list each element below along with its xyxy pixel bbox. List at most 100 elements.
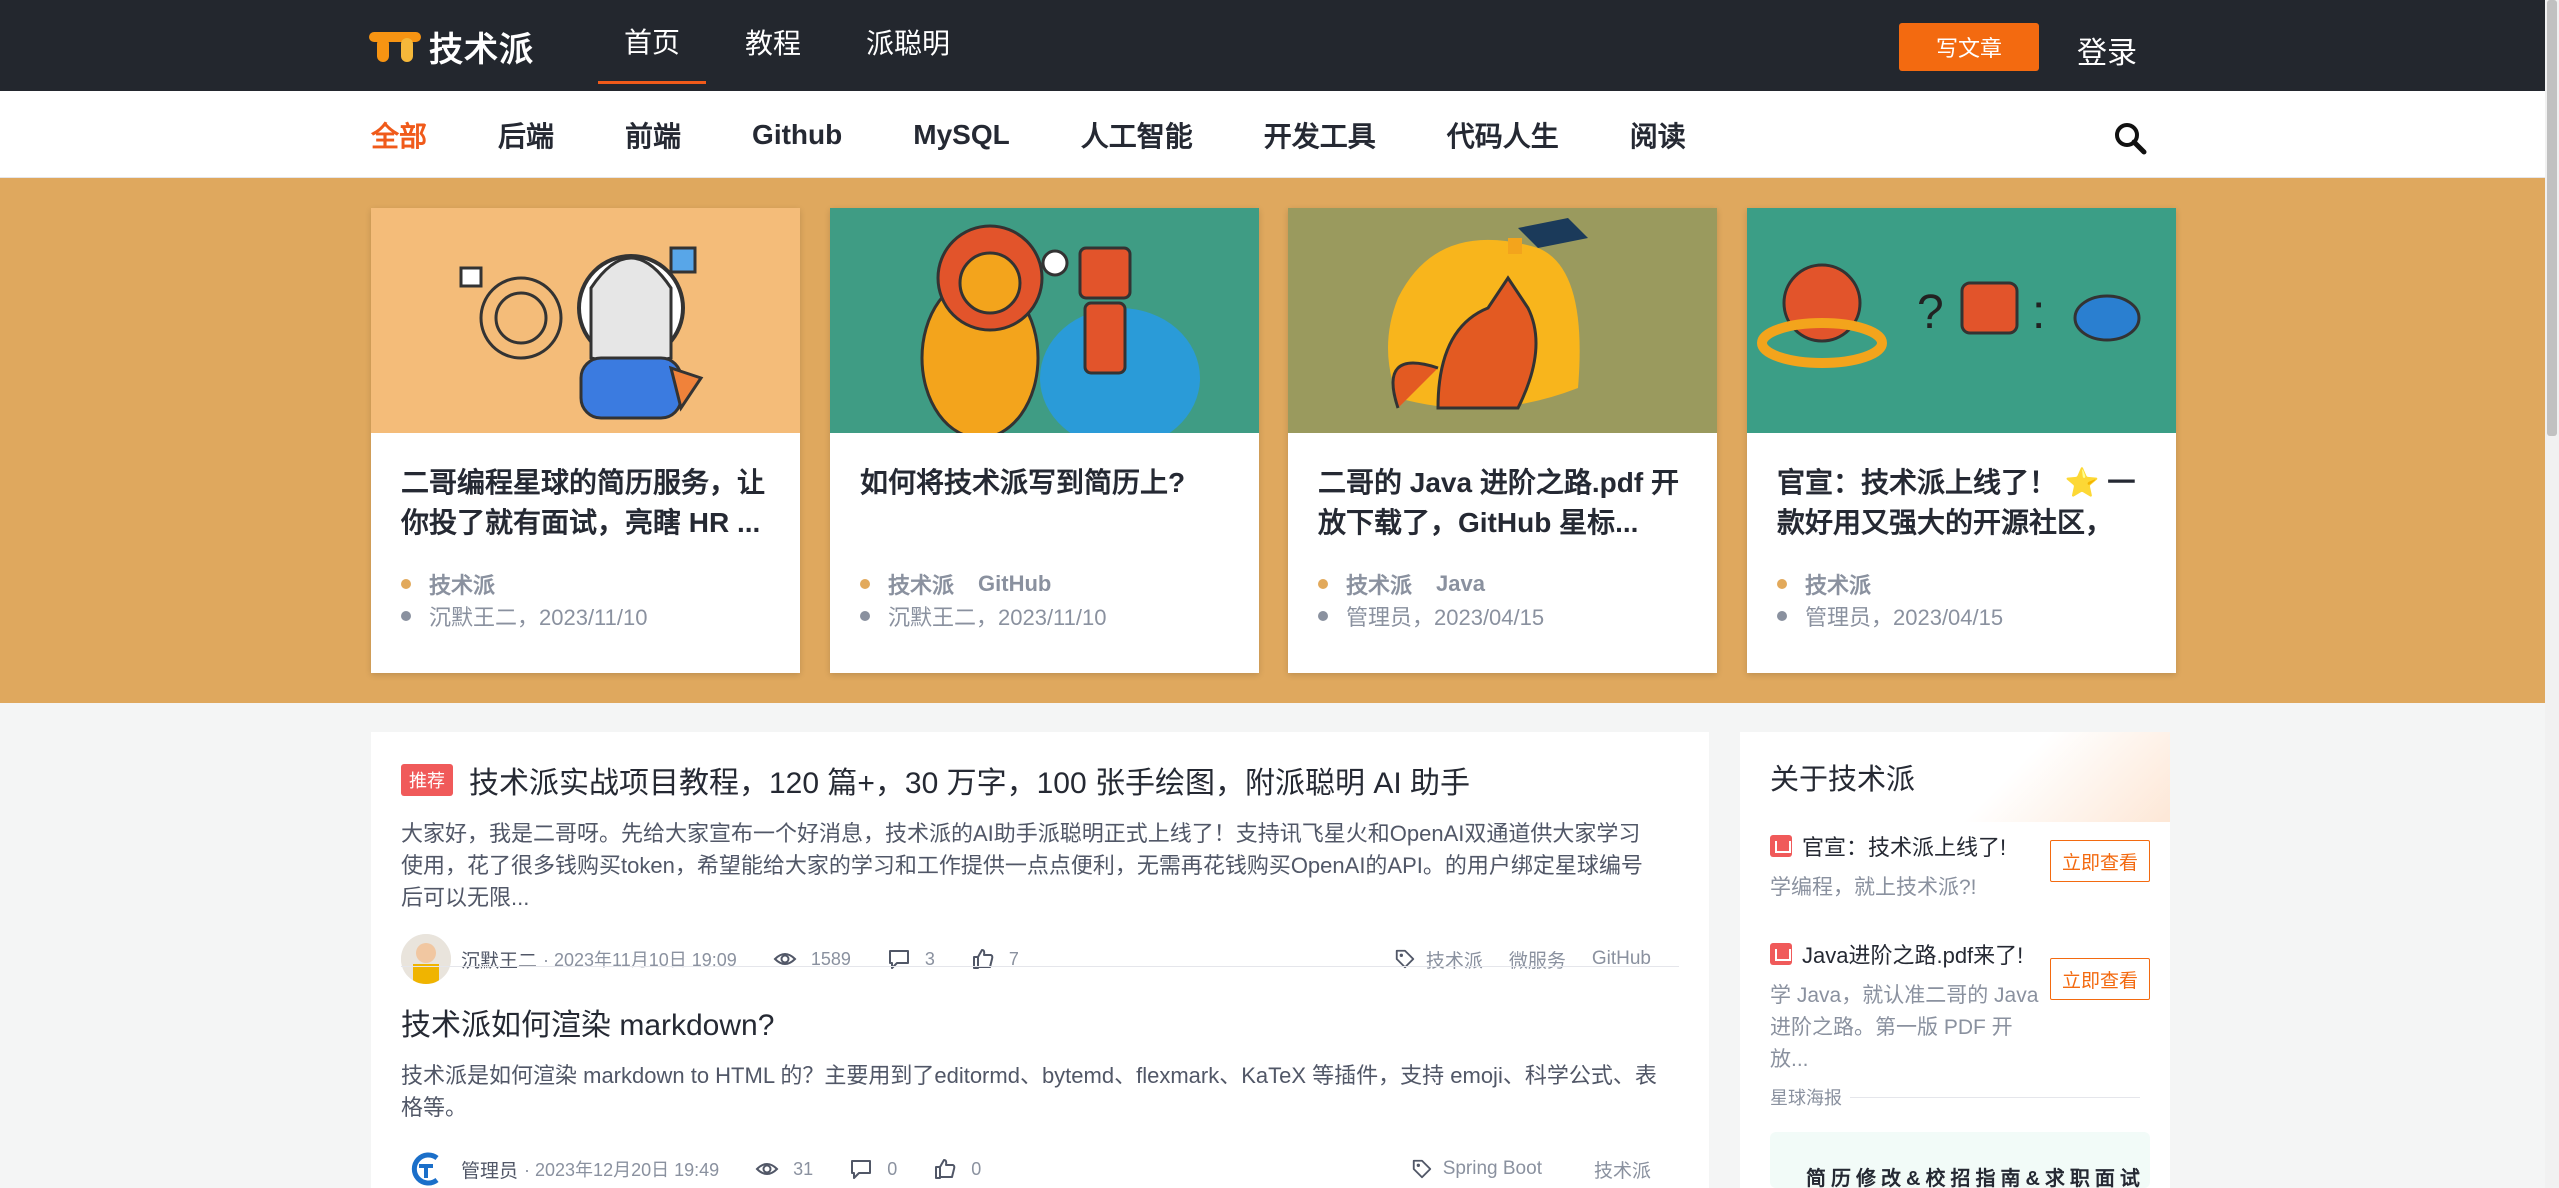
recommend-badge: 推荐 — [401, 764, 453, 796]
card-tag[interactable]: 技术派 — [1805, 568, 1871, 600]
card-title[interactable]: 二哥编程星球的简历服务，让你投了就有面试，亮瞎 HR ... — [401, 463, 781, 543]
poster-text: 简历修改&校招指南&求职面试 — [1806, 1168, 2145, 1188]
svg-text:?: ? — [1917, 286, 1944, 339]
eye-icon — [755, 1163, 779, 1175]
card-image — [371, 208, 800, 433]
card-tag[interactable]: 技术派 — [888, 568, 954, 600]
view-now-button[interactable]: 立即查看 — [2050, 840, 2150, 882]
article-tag[interactable]: 微服务 — [1509, 946, 1566, 973]
category-backend[interactable]: 后端 — [498, 115, 554, 155]
article-item[interactable]: 技术派如何渲染 markdown? 技术派是如何渲染 markdown to H… — [401, 1000, 1681, 1188]
tag-dot-icon — [1318, 579, 1328, 589]
card-title[interactable]: 官宣：技术派上线了！ ⭐ 一款好用又强大的开源社区，学... — [1777, 463, 2157, 543]
divider — [1850, 1097, 2140, 1098]
scrollbar-thumb[interactable] — [2547, 0, 2557, 436]
category-ai[interactable]: 人工智能 — [1081, 115, 1193, 155]
article-title[interactable]: 技术派实战项目教程，120 篇+，30 万字，100 张手绘图，附派聪明 AI … — [469, 758, 1470, 802]
poster-banner[interactable]: 简历修改&校招指南&求职面试 — [1770, 1132, 2150, 1188]
article-item[interactable]: 推荐 技术派实战项目教程，120 篇+，30 万字，100 张手绘图，附派聪明 A… — [401, 758, 1681, 984]
sidebar-title: 关于技术派 — [1770, 764, 1916, 796]
site-logo[interactable]: 技术派 — [369, 27, 534, 69]
category-bar: 全部 后端 前端 Github MySQL 人工智能 开发工具 代码人生 阅读 — [0, 91, 2545, 178]
card-author-date: 沉默王二，2023/11/10 — [429, 605, 648, 630]
card-title[interactable]: 如何将技术派写到简历上? — [860, 463, 1240, 543]
category-devtools[interactable]: 开发工具 — [1264, 115, 1376, 155]
category-reading[interactable]: 阅读 — [1630, 115, 1686, 155]
sidebar-item: Java进阶之路.pdf来了! 学 Java，就认准二哥的 Java 进阶之路。… — [1770, 938, 2150, 1076]
view-count: 31 — [793, 1158, 814, 1179]
sidebar-item-desc: 学编程，就上技术派?! — [1770, 876, 1977, 899]
svg-text::: : — [2032, 286, 2045, 339]
search-icon[interactable] — [2113, 121, 2147, 155]
category-github[interactable]: Github — [752, 119, 842, 151]
like-count: 0 — [971, 1158, 982, 1179]
divider — [401, 966, 1679, 967]
sidebar-item-desc: 学 Java，就认准二哥的 Java 进阶之路。第一版 PDF 开放... — [1770, 984, 2039, 1071]
category-mysql[interactable]: MySQL — [913, 119, 1009, 151]
card-author-date: 沉默王二，2023/11/10 — [888, 605, 1107, 630]
category-all[interactable]: 全部 — [371, 115, 427, 155]
sidebar-item: 官宣：技术派上线了! 学编程，就上技术派?! 立即查看 — [1770, 830, 2150, 904]
featured-card[interactable]: 如何将技术派写到简历上? 技术派 GitHub 沉默王二，2023/11/10 — [830, 208, 1259, 673]
write-article-button[interactable]: 写文章 — [1899, 23, 2039, 71]
tag-dot-icon — [1777, 579, 1787, 589]
eye-icon — [773, 953, 797, 965]
card-tag[interactable]: 技术派 — [429, 568, 495, 600]
article-title[interactable]: 技术派如何渲染 markdown? — [401, 1000, 774, 1044]
logo-icon — [369, 28, 421, 64]
author-avatar[interactable] — [401, 1144, 451, 1188]
article-tag[interactable]: Spring Boot — [1443, 1158, 1542, 1180]
thumbs-up-icon[interactable] — [971, 947, 995, 971]
tag-dot-icon — [401, 579, 411, 589]
card-tag[interactable]: GitHub — [978, 571, 1051, 597]
poster-label: 星球海报 — [1770, 1088, 1842, 1108]
featured-card[interactable]: 二哥的 Java 进阶之路.pdf 开放下载了，GitHub 星标... 技术派… — [1288, 208, 1717, 673]
sidebar-item-title[interactable]: 官宣：技术派上线了! — [1802, 830, 2006, 862]
nav-tutorial[interactable]: 教程 — [719, 0, 827, 84]
tag-icon — [1412, 1159, 1431, 1179]
author-name[interactable]: 沉默王二 — [461, 946, 537, 973]
article-date: · 2023年12月20日 19:49 — [524, 1160, 720, 1180]
author-name[interactable]: 管理员 — [461, 1156, 518, 1183]
article-tag[interactable]: 技术派 — [1426, 946, 1483, 973]
view-now-button[interactable]: 立即查看 — [2050, 958, 2150, 1000]
card-author-date: 管理员，2023/04/15 — [1346, 605, 1545, 630]
author-dot-icon — [860, 611, 870, 621]
announcement-icon — [1770, 943, 1792, 965]
sidebar-item-title[interactable]: Java进阶之路.pdf来了! — [1802, 938, 2023, 970]
featured-card[interactable]: 二哥编程星球的简历服务，让你投了就有面试，亮瞎 HR ... 技术派 沉默王二，… — [371, 208, 800, 673]
author-dot-icon — [1318, 611, 1328, 621]
nav-paicongming[interactable]: 派聪明 — [840, 0, 976, 84]
article-summary: 技术派是如何渲染 markdown to HTML 的？主要用到了editorm… — [401, 1063, 1657, 1120]
author-dot-icon — [1777, 611, 1787, 621]
comment-icon[interactable] — [849, 1157, 873, 1181]
category-code-life[interactable]: 代码人生 — [1447, 115, 1559, 155]
about-sidebar: 关于技术派 官宣：技术派上线了! 学编程，就上技术派?! 立即查看 Java进阶… — [1740, 732, 2170, 1188]
category-frontend[interactable]: 前端 — [625, 115, 681, 155]
author-avatar[interactable] — [401, 934, 451, 984]
article-tag[interactable]: 技术派 — [1594, 1156, 1651, 1183]
card-image — [830, 208, 1259, 433]
thumbs-up-icon[interactable] — [933, 1157, 957, 1181]
comment-icon[interactable] — [887, 947, 911, 971]
announcement-icon — [1770, 835, 1792, 857]
tag-dot-icon — [860, 579, 870, 589]
page: 技术派 首页 教程 派聪明 写文章 登录 全部 后端 前端 Github MyS… — [0, 0, 2559, 1188]
page-scrollbar[interactable] — [2545, 0, 2559, 1188]
article-date: · 2023年11月10日 19:09 — [543, 950, 737, 970]
logo-text: 技术派 — [429, 30, 534, 69]
card-title[interactable]: 二哥的 Java 进阶之路.pdf 开放下载了，GitHub 星标... — [1318, 463, 1698, 543]
comment-count: 0 — [887, 1158, 898, 1179]
card-tag[interactable]: 技术派 — [1346, 568, 1412, 600]
card-image — [1288, 208, 1717, 433]
nav-home[interactable]: 首页 — [598, 0, 707, 84]
author-dot-icon — [401, 611, 411, 621]
article-summary: 大家好，我是二哥呀。先给大家宣布一个好消息，技术派的AI助手派聪明正式上线了！支… — [401, 821, 1643, 910]
card-image: ? : — [1747, 208, 2176, 433]
card-author-date: 管理员，2023/04/15 — [1805, 605, 2004, 630]
article-list: 推荐 技术派实战项目教程，120 篇+，30 万字，100 张手绘图，附派聪明 A… — [371, 732, 1709, 1188]
login-link[interactable]: 登录 — [2077, 28, 2137, 72]
featured-card[interactable]: ? : 官宣：技术派上线了！ ⭐ 一款好用又强大的开源社区，学... 技术派 管… — [1747, 208, 2176, 673]
card-tag[interactable]: Java — [1436, 571, 1485, 597]
main-nav: 首页 教程 派聪明 — [598, 0, 989, 91]
